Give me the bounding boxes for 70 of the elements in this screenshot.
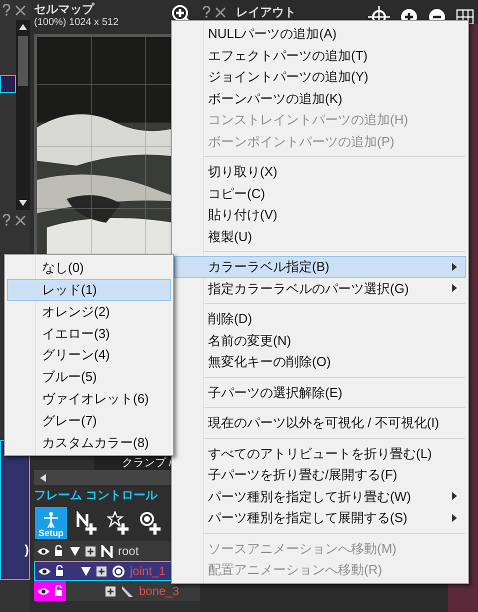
menu-item[interactable]: レッド(1): [7, 278, 171, 301]
eye-icon: [37, 546, 50, 556]
image-info: (100%) 1024 x 512: [34, 17, 120, 29]
menu-item[interactable]: パーツ種別を指定して折り畳む(W): [174, 486, 466, 507]
menu-item[interactable]: すべてのアトリビュートを折り畳む(L): [174, 442, 466, 464]
menu-item[interactable]: グリーン(4): [7, 344, 171, 366]
panel-title: レイアウト: [236, 4, 296, 21]
add-star-icon[interactable]: [107, 511, 131, 535]
menu-item[interactable]: イエロー(3): [7, 322, 171, 344]
menu-item[interactable]: オレンジ(2): [7, 300, 171, 322]
help-icon[interactable]: [202, 6, 211, 18]
close-icon[interactable]: [15, 4, 26, 16]
menu-item[interactable]: 名前の変更(N): [174, 330, 466, 351]
scrollbar[interactable]: [16, 20, 30, 210]
menu-item[interactable]: 貼り付け(V): [174, 204, 466, 226]
add-joint-icon[interactable]: [139, 511, 163, 535]
help-icon[interactable]: [2, 4, 11, 16]
menu-item[interactable]: 複製(U): [174, 226, 466, 247]
menu-item[interactable]: 子パーツを折り畳む/展開する(F): [174, 464, 466, 486]
submenu-arrow-icon: [452, 284, 457, 292]
bone-part-icon: [121, 584, 134, 598]
menu-item[interactable]: ジョイントパーツの追加(Y): [174, 66, 466, 88]
figure-icon: [44, 512, 58, 528]
menu-item[interactable]: ヴァイオレット(6): [7, 388, 171, 410]
submenu-arrow-icon: [452, 514, 457, 522]
menu-item[interactable]: なし(0): [7, 257, 171, 279]
panel-label: ): [24, 541, 29, 560]
menu-item[interactable]: 指定カラーラベルのパーツ選択(G): [174, 278, 466, 299]
menu-item[interactable]: グレー(7): [7, 410, 171, 432]
add-null-icon[interactable]: [75, 511, 99, 535]
eye-icon: [37, 586, 50, 596]
panel-title: フレーム コントロール: [34, 487, 158, 504]
menu-item[interactable]: ブルー(5): [7, 366, 171, 388]
menu-item[interactable]: カスタムカラー(8): [7, 431, 171, 454]
scrollbar-thumb[interactable]: [18, 36, 28, 86]
expanded-arrow-icon[interactable]: [81, 566, 91, 576]
joint-part-icon: [112, 564, 125, 578]
menu-item[interactable]: カラーラベル指定(B): [174, 256, 466, 278]
lock-icon[interactable]: [54, 545, 63, 557]
expand-box-icon[interactable]: [105, 586, 116, 596]
menu-item[interactable]: 現在のパーツ以外を可視化 / 不可視化(I): [174, 412, 466, 434]
help-icon[interactable]: [2, 214, 11, 226]
expanded-arrow-icon[interactable]: [70, 546, 80, 556]
scroll-left-icon[interactable]: [40, 474, 46, 482]
close-icon[interactable]: [215, 6, 226, 18]
menu-item[interactable]: ボーンパーツの追加(K): [174, 88, 466, 109]
eye-icon: [38, 566, 51, 576]
visibility-toggle[interactable]: [34, 581, 66, 601]
part-name: root: [118, 543, 139, 560]
menu-item[interactable]: 切り取り(X): [174, 161, 466, 182]
list-item[interactable]: [0, 75, 16, 93]
expand-box-icon[interactable]: [85, 546, 96, 556]
submenu-arrow-icon: [452, 262, 457, 271]
menu-item[interactable]: エフェクトパーツの追加(T): [174, 44, 466, 66]
menu-item[interactable]: コピー(C): [174, 182, 466, 204]
close-icon[interactable]: [15, 214, 26, 226]
scroll-down-icon[interactable]: [19, 200, 27, 206]
menu-item[interactable]: 削除(D): [174, 308, 466, 330]
menu-item[interactable]: パーツ種別を指定して展開する(S): [174, 507, 466, 528]
lock-icon[interactable]: [55, 565, 64, 577]
null-part-icon: [101, 544, 113, 558]
part-name: bone_3: [139, 583, 180, 600]
submenu-arrow-icon: [452, 492, 457, 500]
panel-title: セルマップ: [34, 1, 96, 17]
expand-box-icon[interactable]: [96, 566, 107, 576]
menu-item[interactable]: NULLパーツの追加(A): [174, 23, 466, 44]
part-name: joint_1: [130, 563, 166, 580]
menu-item[interactable]: 子パーツの選択解除(E): [174, 382, 466, 403]
menu-item[interactable]: 無変化キーの削除(O): [174, 351, 466, 372]
scroll-up-icon[interactable]: [19, 24, 27, 30]
